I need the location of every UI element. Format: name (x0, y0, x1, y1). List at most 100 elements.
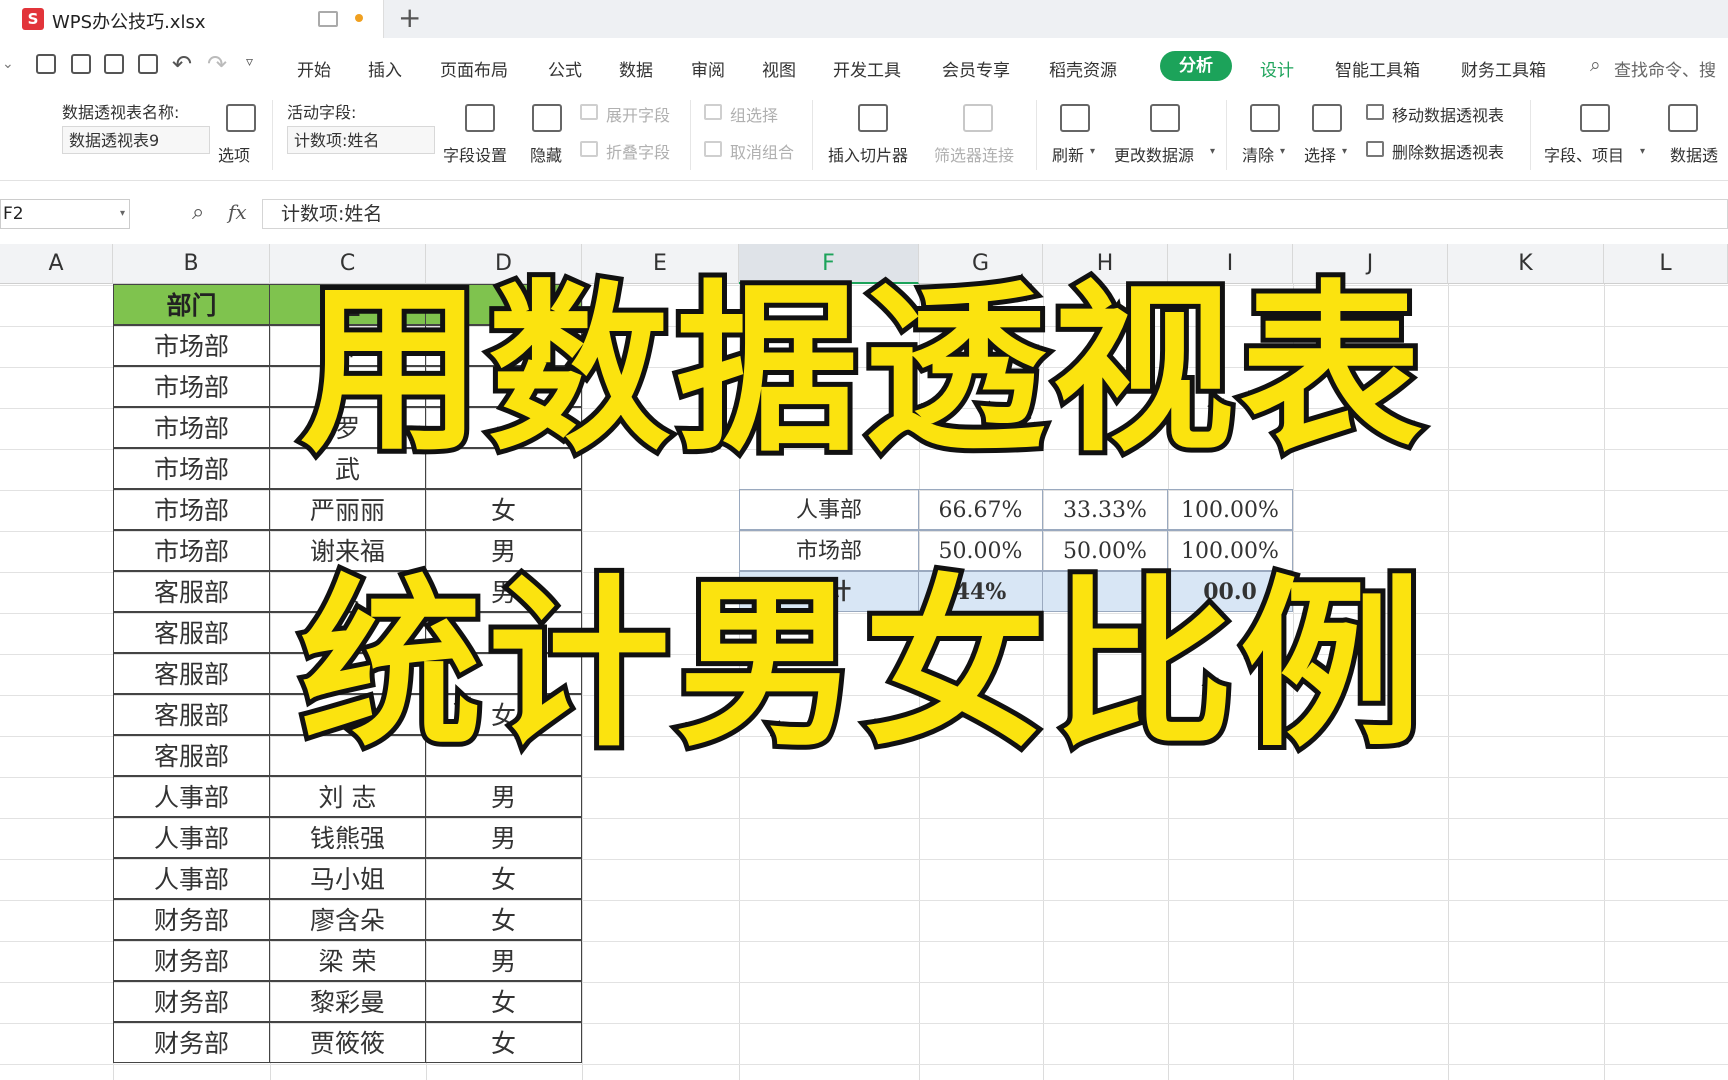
table-cell[interactable]: 刘 志 (269, 776, 426, 817)
select-button[interactable]: 选择 (1304, 142, 1336, 166)
hide-button[interactable]: 隐藏 (530, 142, 562, 166)
expand-field-button[interactable]: 展开字段 (606, 102, 670, 126)
pivot-name-input[interactable]: 数据透视表9 (62, 126, 210, 154)
table-cell[interactable]: 女 (425, 899, 582, 940)
menu-formulas[interactable]: 公式 (548, 56, 582, 81)
slicer-icon[interactable] (858, 104, 888, 132)
redo-icon[interactable]: ↷ (207, 50, 227, 78)
zoom-search-icon[interactable]: ⌕ (192, 200, 204, 225)
menu-smart-toolbox[interactable]: 智能工具箱 (1335, 56, 1420, 81)
monitor-icon[interactable] (318, 11, 338, 27)
menu-view[interactable]: 视图 (762, 56, 796, 81)
change-source-icon[interactable] (1150, 104, 1180, 132)
table-cell[interactable]: 人事部 (113, 817, 270, 858)
group-select-button[interactable]: 组选择 (730, 102, 778, 126)
menu-data[interactable]: 数据 (619, 56, 653, 81)
print-icon[interactable] (104, 54, 124, 74)
pivot-chart-icon[interactable] (1668, 104, 1698, 132)
field-settings-icon[interactable] (465, 104, 495, 132)
pivot-cell[interactable]: 人事部 (739, 489, 919, 530)
table-cell[interactable]: 男 (425, 776, 582, 817)
ungroup-button[interactable]: 取消组合 (730, 139, 794, 163)
collapse-chevron-icon[interactable]: ⌄ (2, 56, 14, 72)
table-cell[interactable]: 市场部 (113, 489, 270, 530)
menu-finance-toolbox[interactable]: 财务工具箱 (1461, 56, 1546, 81)
formula-input[interactable]: 计数项:姓名 (262, 199, 1728, 229)
table-cell[interactable]: 财务部 (113, 899, 270, 940)
pivot-cell[interactable]: 33.33% (1042, 489, 1168, 530)
table-cell[interactable]: 马小姐 (269, 858, 426, 899)
print-preview-icon[interactable] (138, 54, 158, 74)
table-cell[interactable]: 财务部 (113, 1022, 270, 1063)
fields-items-icon[interactable] (1580, 104, 1610, 132)
change-source-button[interactable]: 更改数据源 (1114, 142, 1194, 166)
refresh-icon[interactable] (1060, 104, 1090, 132)
menu-member[interactable]: 会员专享 (942, 56, 1010, 81)
name-box-dropdown-icon[interactable]: ▾ (120, 200, 125, 228)
command-search[interactable]: 查找命令、搜 (1614, 56, 1716, 81)
collapse-field-button[interactable]: 折叠字段 (606, 139, 670, 163)
pivot-chart-button[interactable]: 数据透 (1670, 142, 1718, 166)
fx-icon[interactable]: fx (228, 200, 247, 224)
ribbon-divider (1036, 100, 1037, 170)
ribbon-divider (812, 100, 813, 170)
table-cell[interactable]: 梁 荣 (269, 940, 426, 981)
export-icon[interactable] (71, 54, 91, 74)
table-cell[interactable]: 财务部 (113, 981, 270, 1022)
pivot-cell[interactable]: 66.67% (918, 489, 1043, 530)
menu-insert[interactable]: 插入 (368, 56, 402, 81)
clear-dropdown-icon[interactable]: ▾ (1280, 146, 1285, 157)
new-tab-button[interactable]: + (398, 0, 421, 36)
delete-pivot-icon[interactable] (1366, 141, 1384, 157)
active-field-input[interactable]: 计数项:姓名 (287, 126, 435, 154)
menu-home[interactable]: 开始 (297, 56, 331, 81)
select-dropdown-icon[interactable]: ▾ (1342, 146, 1347, 157)
refresh-button[interactable]: 刷新 (1052, 142, 1084, 166)
customize-chevron-icon[interactable]: ▿ (246, 54, 253, 70)
save-icon[interactable] (36, 54, 56, 74)
clear-button[interactable]: 清除 (1242, 142, 1274, 166)
table-cell[interactable]: 男 (425, 817, 582, 858)
hide-icon[interactable] (532, 104, 562, 132)
table-cell[interactable]: 黎彩曼 (269, 981, 426, 1022)
filter-connection-button[interactable]: 筛选器连接 (934, 142, 1014, 166)
options-icon[interactable] (226, 104, 256, 132)
field-settings-button[interactable]: 字段设置 (443, 142, 507, 166)
name-box[interactable]: F2 ▾ (0, 199, 130, 229)
name-box-value: F2 (3, 204, 24, 224)
menu-docer[interactable]: 稻壳资源 (1049, 56, 1117, 81)
table-cell[interactable]: 钱熊强 (269, 817, 426, 858)
menu-review[interactable]: 审阅 (691, 56, 725, 81)
fields-items-dropdown-icon[interactable]: ▾ (1640, 146, 1645, 157)
move-pivot-icon[interactable] (1366, 104, 1384, 120)
table-cell[interactable]: 严丽丽 (269, 489, 426, 530)
table-cell[interactable]: 廖含朵 (269, 899, 426, 940)
table-cell[interactable]: 女 (425, 489, 582, 530)
menu-developer[interactable]: 开发工具 (833, 56, 901, 81)
document-tab[interactable]: S WPS办公技巧.xlsx (0, 0, 384, 38)
options-button[interactable]: 选项 (218, 142, 250, 166)
clear-icon[interactable] (1250, 104, 1280, 132)
table-cell[interactable]: 贾筱筱 (269, 1022, 426, 1063)
menu-page-layout[interactable]: 页面布局 (440, 56, 508, 81)
table-cell[interactable]: 女 (425, 1022, 582, 1063)
refresh-dropdown-icon[interactable]: ▾ (1090, 146, 1095, 157)
tab-design[interactable]: 设计 (1260, 56, 1294, 81)
table-cell[interactable]: 财务部 (113, 940, 270, 981)
table-cell[interactable]: 女 (425, 858, 582, 899)
table-cell[interactable]: 人事部 (113, 776, 270, 817)
insert-slicer-button[interactable]: 插入切片器 (828, 142, 908, 166)
tab-analyze[interactable]: 分析 (1160, 51, 1232, 81)
table-cell[interactable]: 女 (425, 981, 582, 1022)
undo-icon[interactable]: ↶ (172, 50, 192, 78)
change-source-dropdown-icon[interactable]: ▾ (1210, 146, 1215, 157)
table-cell[interactable]: 人事部 (113, 858, 270, 899)
ungroup-icon (704, 141, 722, 157)
pivot-cell[interactable]: 100.00% (1167, 489, 1293, 530)
search-icon[interactable]: ⌕ (1590, 54, 1601, 76)
move-pivot-button[interactable]: 移动数据透视表 (1392, 102, 1504, 126)
select-icon[interactable] (1312, 104, 1342, 132)
delete-pivot-button[interactable]: 删除数据透视表 (1392, 139, 1504, 163)
fields-items-button[interactable]: 字段、项目 (1544, 142, 1624, 166)
table-cell[interactable]: 男 (425, 940, 582, 981)
